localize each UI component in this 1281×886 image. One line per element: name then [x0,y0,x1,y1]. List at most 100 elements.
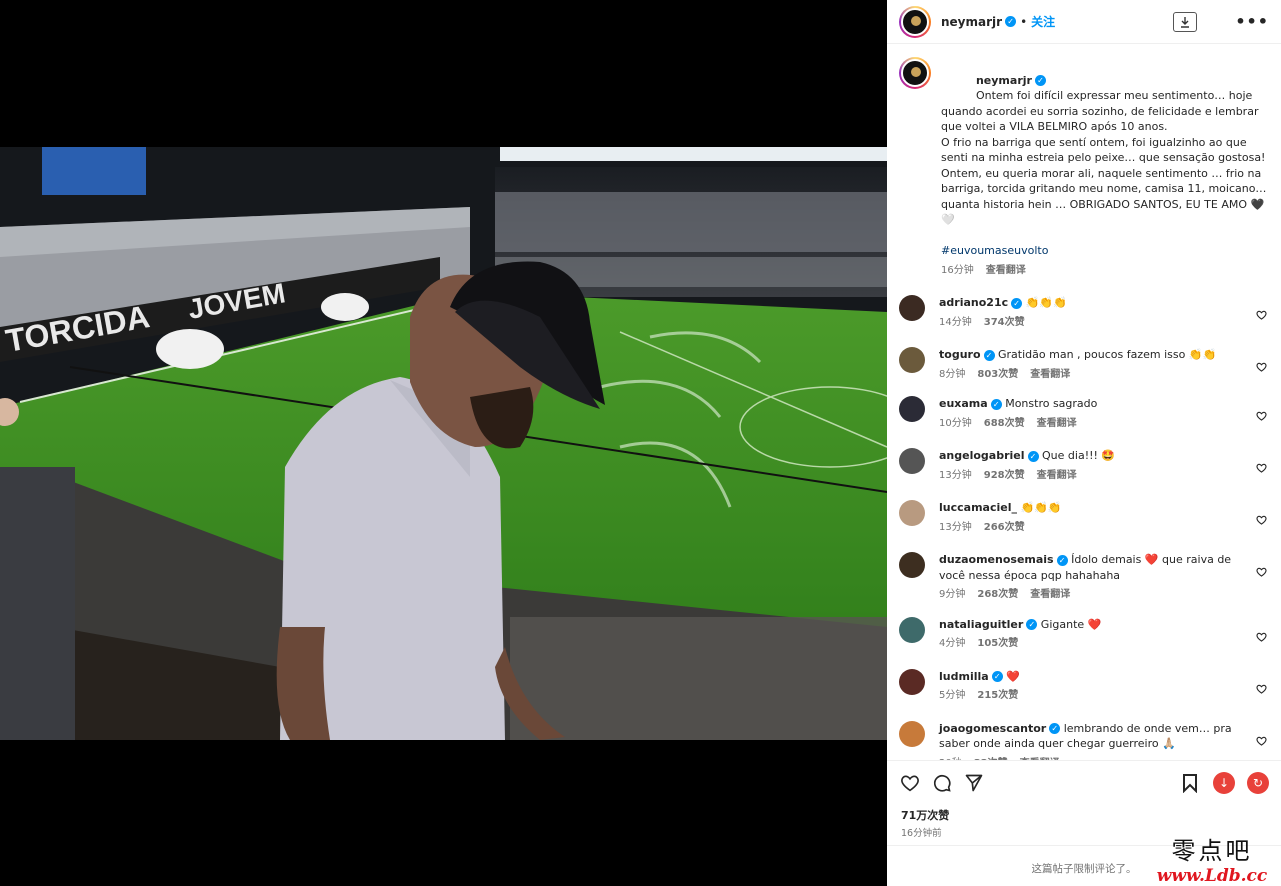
caption-avatar[interactable] [899,57,931,89]
comment-like-heart-icon[interactable] [1256,305,1267,320]
comment-item: duzaomenosemais ✓ Ídolo demais ❤️ que rai… [899,552,1267,603]
comment-like-heart-icon[interactable] [1256,679,1267,694]
comment-text: Monstro sagrado [1005,397,1098,410]
comment-avatar[interactable] [899,616,925,643]
comment-like-heart-icon[interactable] [1256,406,1267,421]
separator-dot: • [1020,14,1028,29]
translate-link[interactable]: 查看翻译 [1037,418,1077,429]
download-red-icon[interactable]: ↓ [1213,772,1235,794]
refresh-red-icon[interactable]: ↻ [1247,772,1269,794]
comments-list[interactable]: neymarjr ✓ Ontem foi difícil expressar me… [887,45,1281,760]
translate-link[interactable]: 查看翻译 [1030,369,1070,380]
bookmark-icon[interactable] [1179,772,1201,794]
verified-badge-icon: ✓ [1049,723,1061,734]
post-side-panel: neymarjr ✓ • 关注 ••• neymarjr ✓ Ontem foi … [887,0,1281,886]
watermark-url: www.Ldb.cc [1156,866,1268,886]
caption-username[interactable]: neymarjr [976,74,1032,87]
comment-username[interactable]: toguro [939,348,981,361]
comment-time: 9分钟 [939,589,966,600]
comment-username[interactable]: euxama [939,397,988,410]
verified-badge-icon: ✓ [1034,75,1046,86]
comment-time: 14分钟 [939,316,972,328]
comment-like-heart-icon[interactable] [1256,458,1267,473]
comment-item: euxama ✓ Monstro sagrado 10分钟 688次赞 查看翻译 [899,396,1267,431]
caption-time: 16分钟 [941,264,974,276]
verified-badge-icon: ✓ [1005,16,1017,27]
comment-avatar[interactable] [899,295,925,321]
verified-badge-icon: ✓ [1011,297,1023,309]
comment-like-count[interactable]: 688次赞 [984,418,1025,429]
comment-username[interactable]: duzaomenosemais [939,553,1054,566]
comment-item: toguro ✓ Gratidão man , poucos fazem isso… [899,347,1267,382]
comment-text: Gratidão man , poucos fazem isso 👏👏 [998,348,1217,361]
comment-avatar[interactable] [899,347,925,373]
comment-item: luccamaciel_ 👏👏👏 13分钟 266次赞 [899,500,1267,535]
author-avatar[interactable] [899,5,931,38]
author-username[interactable]: neymarjr [941,15,1002,29]
comment-avatar[interactable] [899,552,925,578]
comment-avatar[interactable] [899,396,925,422]
verified-badge-icon: ✓ [1026,619,1038,630]
post-photo[interactable]: TORCIDA JOVEM [0,147,887,740]
comment-avatar[interactable] [899,500,925,526]
comment-text: ❤️ [1006,669,1020,683]
comment-like-heart-icon[interactable] [1256,510,1267,525]
like-heart-icon[interactable] [899,772,921,794]
translate-link[interactable]: 查看翻译 [1030,589,1070,600]
comment-like-heart-icon[interactable] [1256,731,1267,746]
comment-item: adriano21c ✓ 👏👏👏 14分钟 374次赞 [899,295,1267,330]
comment-items: adriano21c ✓ 👏👏👏 14分钟 374次赞 toguro ✓ Gratidão… [899,295,1267,760]
comment-like-count[interactable]: 374次赞 [984,317,1025,328]
comment-time: 13分钟 [939,521,972,533]
comment-text: Que dia!!! 🤩 [1042,449,1116,462]
verified-badge-icon: ✓ [991,671,1003,682]
verified-badge-icon: ✓ [1056,554,1068,566]
download-icon[interactable] [1173,11,1198,32]
comment-like-count[interactable]: 266次赞 [984,522,1025,533]
comment-username[interactable]: nataliaguitler [939,618,1023,631]
comment-like-count[interactable]: 928次赞 [984,470,1025,481]
comment-time: 8分钟 [939,368,966,380]
share-icon[interactable] [963,772,985,794]
follow-button[interactable]: 关注 [1031,13,1055,30]
comment-item: joaogomescantor ✓ lembrando de onde vem… … [899,720,1267,760]
comment-like-count[interactable]: 215次赞 [977,690,1018,701]
comment-like-heart-icon[interactable] [1256,627,1267,642]
comment-time: 4分钟 [939,638,966,649]
comment-username[interactable]: ludmilla [939,670,989,683]
comment-avatar[interactable] [899,448,925,474]
comment-time: 13分钟 [939,469,972,481]
comment-username[interactable]: luccamaciel_ [939,501,1017,514]
comment-avatar[interactable] [899,720,925,747]
comment-item: nataliaguitler ✓ Gigante ❤️ 4分钟 105次赞 [899,616,1267,652]
comment-username[interactable]: joaogomescantor [939,722,1046,735]
comment-item: ludmilla ✓ ❤️ 5分钟 215次赞 [899,668,1267,704]
verified-badge-icon: ✓ [990,398,1002,410]
verified-badge-icon: ✓ [1027,450,1039,462]
more-options-button[interactable]: ••• [1235,12,1269,31]
comment-time: 5分钟 [939,690,966,701]
comment-avatar[interactable] [899,668,925,695]
comment-text: Gigante ❤️ [1040,617,1102,631]
comment-icon[interactable] [931,772,953,794]
action-icons: ↓ ↻ [887,761,1281,805]
translate-link[interactable]: 查看翻译 [1037,470,1077,481]
post-header: neymarjr ✓ • 关注 ••• [887,0,1281,44]
caption: neymarjr ✓ Ontem foi difícil expressar me… [899,57,1267,278]
comment-like-count[interactable]: 803次赞 [977,369,1018,380]
comment-username[interactable]: adriano21c [939,296,1008,309]
comment-like-heart-icon[interactable] [1256,562,1267,577]
comment-like-heart-icon[interactable] [1256,357,1267,372]
site-watermark: 零点吧 www.Ldb.cc [1147,831,1277,886]
comment-item: angelogabriel ✓ Que dia!!! 🤩 13分钟 928次赞 查看翻译 [899,448,1267,483]
comment-username[interactable]: angelogabriel [939,449,1025,462]
translate-link[interactable]: 查看翻译 [986,265,1026,276]
post-actions: ↓ ↻ 71万次赞 16分钟前 这篇帖子限制评论了。 零点吧 www.Ldb.c… [887,760,1281,886]
comment-like-count[interactable]: 105次赞 [977,638,1018,649]
verified-badge-icon: ✓ [983,349,995,361]
comment-time: 10分钟 [939,417,972,429]
comment-text: 👏👏👏 [1025,296,1067,309]
like-count[interactable]: 71万次赞 [887,807,1281,823]
comment-like-count[interactable]: 268次赞 [977,589,1018,600]
caption-hashtag[interactable]: #euvoumaseuvolto [941,243,1267,259]
